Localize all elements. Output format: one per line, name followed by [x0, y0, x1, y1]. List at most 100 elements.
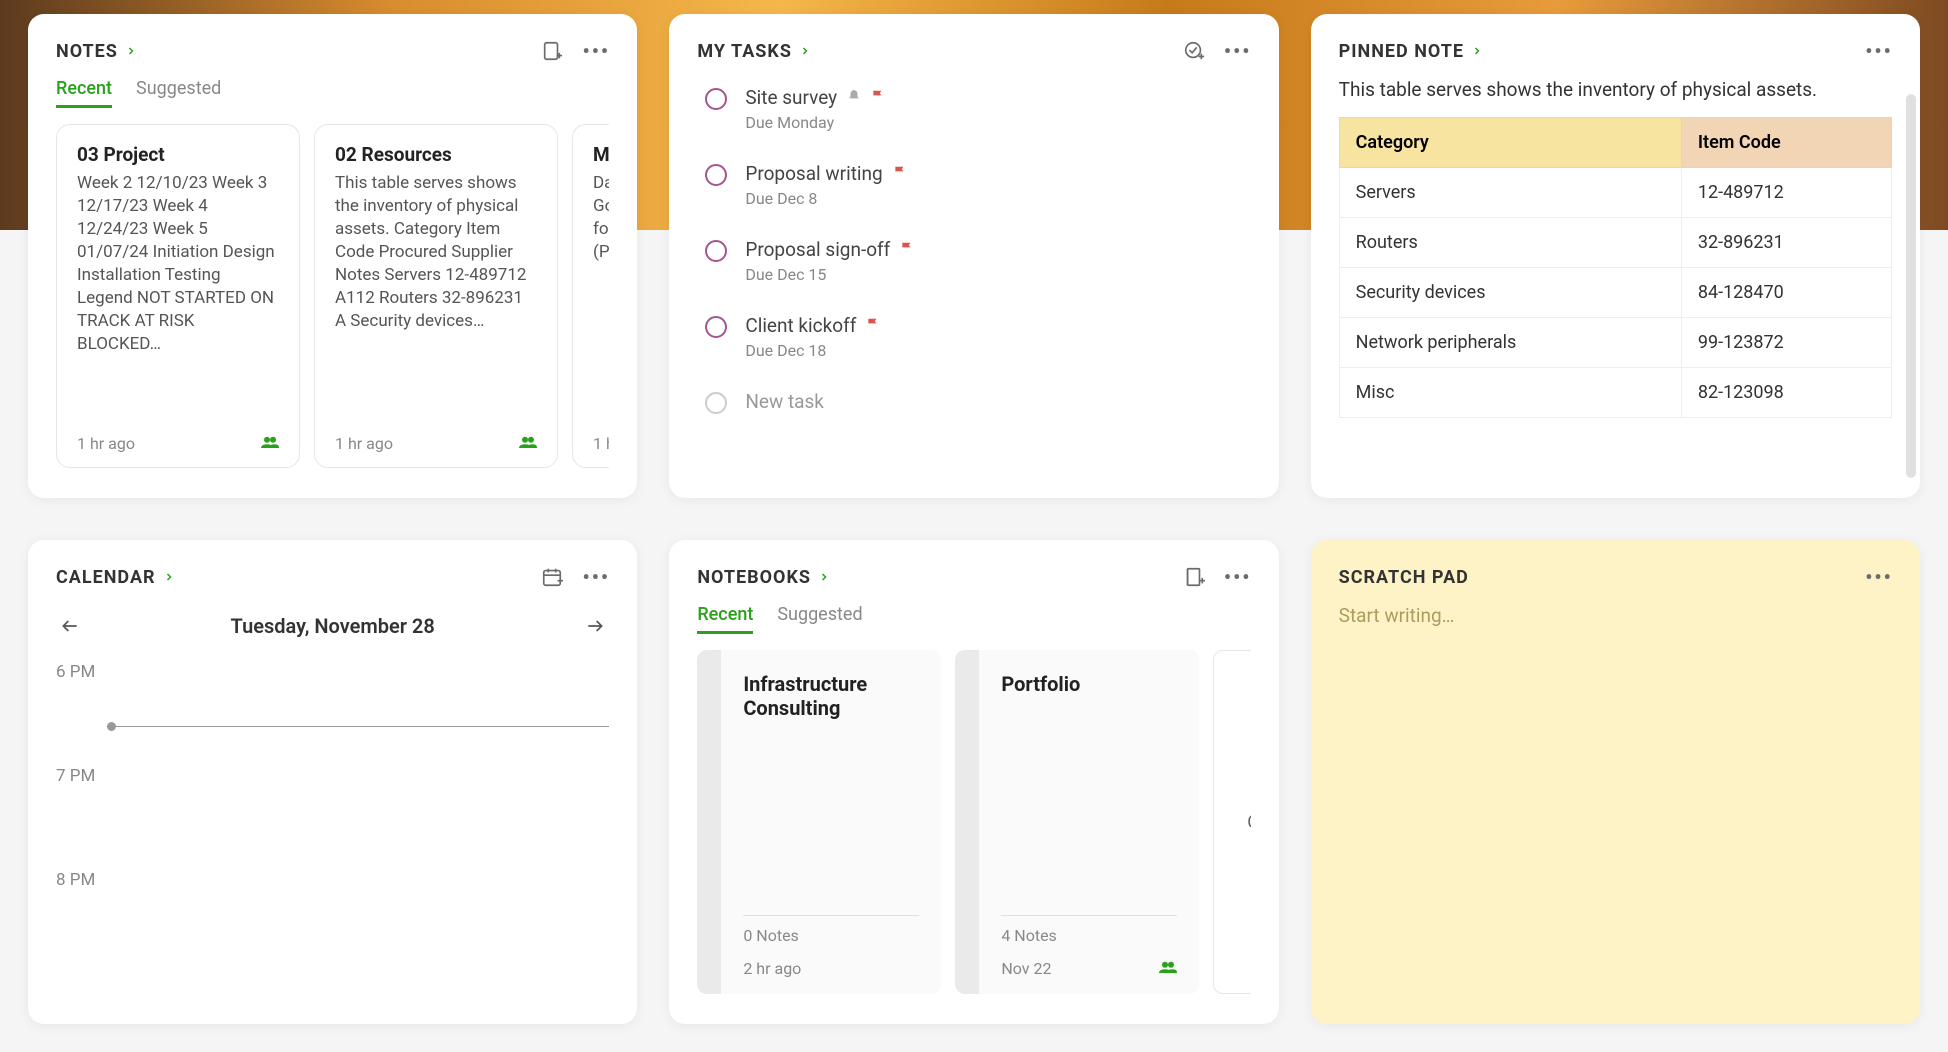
- more-icon[interactable]: •••: [1866, 38, 1892, 64]
- calendar-date: Tuesday, November 28: [231, 614, 435, 638]
- calendar-title-wrap[interactable]: CALENDAR: [56, 567, 176, 588]
- notebook-title: Infrastructure Consulting: [743, 672, 919, 720]
- chevron-right-icon: [817, 570, 831, 584]
- task-checkbox[interactable]: [705, 316, 727, 338]
- tab-suggested[interactable]: Suggested: [777, 604, 862, 634]
- shared-icon: [1159, 959, 1177, 978]
- tab-recent[interactable]: Recent: [56, 78, 112, 108]
- pinned-title-wrap[interactable]: PINNED NOTE: [1339, 41, 1484, 62]
- scratchpad-widget: SCRATCH PAD ••• Start writing…: [1311, 540, 1920, 1024]
- flag-icon: [900, 240, 914, 260]
- calendar-add-icon[interactable]: [539, 564, 565, 590]
- chevron-right-icon: [124, 44, 138, 58]
- cell-code: 32-896231: [1681, 218, 1891, 268]
- note-card[interactable]: 02 Resources This table serves shows the…: [314, 124, 558, 468]
- prev-day-button[interactable]: [56, 612, 84, 640]
- tasks-widget: MY TASKS ••• Site survey: [669, 14, 1278, 498]
- note-time: 1 hr ago: [77, 434, 135, 453]
- hour-label: 8 PM: [56, 870, 116, 890]
- cell-code: 99-123872: [1681, 318, 1891, 368]
- bell-icon: [847, 88, 861, 107]
- task-title: Proposal writing: [745, 162, 882, 185]
- task-item[interactable]: Proposal sign-off Due Dec 15: [697, 230, 1250, 302]
- cell-category: Routers: [1339, 218, 1681, 268]
- more-icon[interactable]: •••: [1225, 38, 1251, 64]
- scratchpad-input[interactable]: Start writing…: [1339, 604, 1892, 627]
- task-item[interactable]: Proposal writing Due Dec 8: [697, 154, 1250, 226]
- next-day-button[interactable]: [581, 612, 609, 640]
- notebook-time: Nov 22: [1001, 959, 1051, 978]
- more-icon[interactable]: •••: [1866, 564, 1892, 590]
- task-title: Client kickoff: [745, 314, 856, 337]
- calendar-title: CALENDAR: [56, 567, 156, 588]
- flag-icon: [893, 164, 907, 184]
- notebooks-widget: NOTEBOOKS ••• Recent Suggested Infrastru…: [669, 540, 1278, 1024]
- table-header-item-code: Item Code: [1681, 118, 1891, 168]
- new-task-label: New task: [745, 390, 824, 413]
- notebook-count: 4 Notes: [1001, 926, 1177, 945]
- flag-icon: [866, 316, 880, 336]
- table-row[interactable]: Servers12-489712: [1339, 168, 1891, 218]
- cell-category: Servers: [1339, 168, 1681, 218]
- task-checkbox[interactable]: [705, 392, 727, 414]
- notebook-count: 0 Notes: [743, 926, 919, 945]
- cell-category: Network peripherals: [1339, 318, 1681, 368]
- task-title: Proposal sign-off: [745, 238, 890, 261]
- new-note-icon[interactable]: [539, 38, 565, 64]
- pinned-title: PINNED NOTE: [1339, 41, 1464, 62]
- new-notebook-icon[interactable]: [1181, 564, 1207, 590]
- current-time-indicator: [112, 726, 609, 727]
- new-task-row[interactable]: New task: [697, 382, 1250, 432]
- table-row[interactable]: Routers32-896231: [1339, 218, 1891, 268]
- tab-suggested[interactable]: Suggested: [136, 78, 221, 108]
- cell-category: Misc: [1339, 368, 1681, 418]
- task-item[interactable]: Client kickoff Due Dec 18: [697, 306, 1250, 378]
- note-title: Meeting: [593, 143, 609, 166]
- new-task-icon[interactable]: [1181, 38, 1207, 64]
- table-row[interactable]: Security devices84-128470: [1339, 268, 1891, 318]
- shared-icon: [261, 434, 279, 453]
- more-icon[interactable]: •••: [583, 38, 609, 64]
- notebook-title: Portfolio: [1001, 672, 1177, 696]
- task-checkbox[interactable]: [705, 88, 727, 110]
- cell-code: 82-123098: [1681, 368, 1891, 418]
- notes-title-wrap[interactable]: NOTES: [56, 41, 138, 62]
- hour-label: 7 PM: [56, 766, 116, 786]
- chevron-right-icon: [1470, 44, 1484, 58]
- notebook-card[interactable]: Infrastructure Consulting 0 Notes 2 hr a…: [697, 650, 941, 994]
- task-checkbox[interactable]: [705, 240, 727, 262]
- task-item[interactable]: Site survey Due Monday: [697, 78, 1250, 150]
- note-card[interactable]: 03 Project Week 2 12/10/23 Week 3 12/17/…: [56, 124, 300, 468]
- table-header-category: Category: [1339, 118, 1681, 168]
- note-body: Date & T December 9AM Go formatio rent i…: [593, 172, 609, 264]
- create-notebook-label: Cr n: [1247, 812, 1250, 833]
- cell-code: 12-489712: [1681, 168, 1891, 218]
- notebook-card[interactable]: Portfolio 4 Notes Nov 22: [955, 650, 1199, 994]
- table-row[interactable]: Network peripherals99-123872: [1339, 318, 1891, 368]
- note-time: 1 hr ago: [593, 434, 609, 453]
- task-checkbox[interactable]: [705, 164, 727, 186]
- notebooks-title-wrap[interactable]: NOTEBOOKS: [697, 567, 831, 588]
- task-due: Due Dec 18: [745, 341, 880, 360]
- pinned-note-widget: PINNED NOTE ••• This table serves shows …: [1311, 14, 1920, 498]
- cell-code: 84-128470: [1681, 268, 1891, 318]
- more-icon[interactable]: •••: [1225, 564, 1251, 590]
- create-notebook-card[interactable]: Cr n: [1213, 650, 1250, 994]
- note-title: 03 Project: [77, 143, 279, 166]
- notebook-spine: [955, 650, 979, 994]
- tasks-title-wrap[interactable]: MY TASKS: [697, 41, 812, 62]
- note-time: 1 hr ago: [335, 434, 393, 453]
- scrollbar[interactable]: [1906, 94, 1916, 478]
- more-icon[interactable]: •••: [583, 564, 609, 590]
- cell-category: Security devices: [1339, 268, 1681, 318]
- task-due: Due Dec 8: [745, 189, 906, 208]
- shared-icon: [519, 434, 537, 453]
- hour-label: 6 PM: [56, 662, 116, 682]
- table-row[interactable]: Misc82-123098: [1339, 368, 1891, 418]
- note-card[interactable]: Meeting Date & T December 9AM Go formati…: [572, 124, 609, 468]
- calendar-body[interactable]: 6 PM 7 PM 8 PM: [56, 662, 609, 996]
- tab-recent[interactable]: Recent: [697, 604, 753, 634]
- notes-widget: NOTES ••• Recent Suggested 03 Project We…: [28, 14, 637, 498]
- note-body: Week 2 12/10/23 Week 3 12/17/23 Week 4 1…: [77, 172, 279, 356]
- pinned-description: This table serves shows the inventory of…: [1339, 78, 1892, 101]
